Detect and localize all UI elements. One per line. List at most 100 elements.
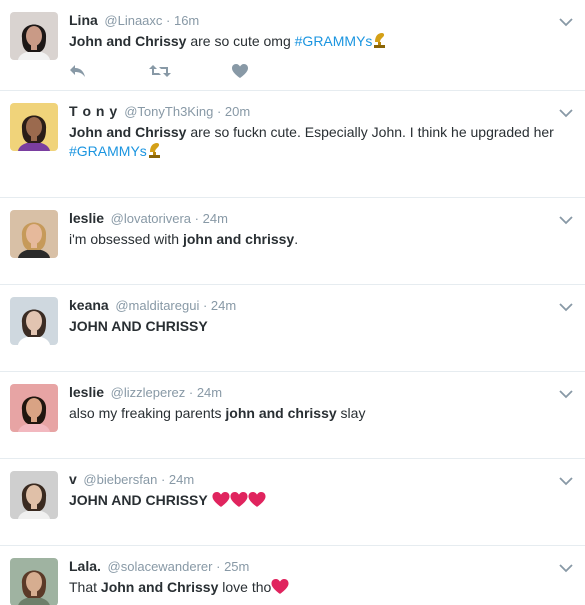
username[interactable]: @lovatorivera <box>107 211 191 226</box>
highlighted-text: John and Chrissy <box>100 579 219 595</box>
tweet-item[interactable]: keana @malditaregui · 24m JOHN AND CHRISS… <box>0 285 585 372</box>
reply-icon <box>69 64 86 78</box>
tweet-content: leslie @lovatorivera · 24m i'm obsessed w… <box>69 208 555 249</box>
tweet-actions <box>69 61 299 81</box>
tweet-text: John and Chrissy are so cute omg #GRAMMY… <box>69 32 555 54</box>
timestamp[interactable]: 20m <box>225 104 250 119</box>
tweet-header: leslie @lizzleperez · 24m <box>69 382 555 403</box>
avatar[interactable] <box>10 12 58 60</box>
display-name[interactable]: leslie <box>69 210 104 226</box>
chevron-down-icon[interactable] <box>559 14 573 27</box>
tweet-header: v @biebersfan · 24m <box>69 469 555 490</box>
tweet-header: Lala. @solacewanderer · 25m <box>69 556 555 577</box>
avatar[interactable] <box>10 297 58 345</box>
tweet-text: JOHN AND CHRISSY <box>69 491 555 513</box>
text-span: are so fuckn cute. Especially John. I th… <box>186 124 554 140</box>
separator-dot: · <box>162 13 174 28</box>
like-button[interactable] <box>232 61 256 81</box>
highlighted-text: john and chrissy <box>182 231 295 247</box>
tweet-content: Lina @Linaaxc · 16m John and Chrissy are … <box>69 10 555 54</box>
heart-icon <box>212 492 230 513</box>
username[interactable]: @Linaaxc <box>101 13 162 28</box>
text-span: are so cute omg <box>186 33 295 49</box>
tweet-text: That John and Chrissy love tho <box>69 578 555 600</box>
avatar[interactable] <box>10 210 58 258</box>
heart-icon <box>271 579 289 600</box>
tweet-content: keana @malditaregui · 24m JOHN AND CHRISS… <box>69 295 555 336</box>
username[interactable]: @biebersfan <box>80 472 157 487</box>
username[interactable]: @malditaregui <box>112 298 199 313</box>
hashtag-link[interactable]: #GRAMMYs <box>295 33 373 49</box>
tweet-item[interactable]: Lala. @solacewanderer · 25m That John and… <box>0 546 585 605</box>
grammy-trophy-icon <box>147 142 162 164</box>
text-span: i'm obsessed with <box>69 231 183 247</box>
username[interactable]: @TonyTh3King <box>121 104 213 119</box>
text-span: love tho <box>218 579 272 595</box>
display-name[interactable]: keana <box>69 297 109 313</box>
text-span: . <box>294 231 299 247</box>
separator-dot: · <box>213 104 225 119</box>
timestamp[interactable]: 16m <box>174 13 199 28</box>
timestamp[interactable]: 24m <box>169 472 194 487</box>
tweet-text: John and Chrissy are so fuckn cute. Espe… <box>69 123 555 164</box>
heart-icon <box>230 492 248 513</box>
avatar[interactable] <box>10 558 58 605</box>
tweet-text: i'm obsessed with john and chrissy. <box>69 230 555 249</box>
chevron-down-icon[interactable] <box>559 212 573 225</box>
avatar[interactable] <box>10 471 58 519</box>
grammy-trophy-icon <box>372 32 387 54</box>
chevron-down-icon[interactable] <box>559 105 573 118</box>
tweet-header: leslie @lovatorivera · 24m <box>69 208 555 229</box>
tweet-content: leslie @lizzleperez · 24m also my freakin… <box>69 382 555 423</box>
tweet-header: T o n y @TonyTh3King · 20m <box>69 101 555 122</box>
tweet-text: also my freaking parents john and chriss… <box>69 404 555 423</box>
separator-dot: · <box>185 385 197 400</box>
highlighted-text: John and Chrissy <box>69 124 187 140</box>
tweet-header: keana @malditaregui · 24m <box>69 295 555 316</box>
chevron-down-icon[interactable] <box>559 386 573 399</box>
timestamp[interactable]: 24m <box>197 385 222 400</box>
text-span: slay <box>336 405 366 421</box>
text-span: That <box>69 579 101 595</box>
avatar[interactable] <box>10 103 58 151</box>
highlighted-text: JOHN AND CHRISSY <box>69 492 208 508</box>
tweet-text: JOHN AND CHRISSY <box>69 317 555 336</box>
heart-icon <box>248 492 266 513</box>
chevron-down-icon[interactable] <box>559 299 573 312</box>
tweet-item[interactable]: leslie @lizzleperez · 24m also my freakin… <box>0 372 585 459</box>
highlighted-text: john and chrissy <box>225 405 337 421</box>
display-name[interactable]: Lala. <box>69 558 101 574</box>
separator-dot: · <box>191 211 203 226</box>
chevron-down-icon[interactable] <box>559 473 573 486</box>
highlighted-text: John and Chrissy <box>69 33 187 49</box>
tweet-item[interactable]: v @biebersfan · 24m JOHN AND CHRISSY <box>0 459 585 546</box>
timestamp[interactable]: 24m <box>203 211 228 226</box>
tweet-item[interactable]: T o n y @TonyTh3King · 20m John and Chris… <box>0 91 585 198</box>
tweet-item[interactable]: Lina @Linaaxc · 16m John and Chrissy are … <box>0 0 585 91</box>
tweet-timeline: Lina @Linaaxc · 16m John and Chrissy are … <box>0 0 585 605</box>
display-name[interactable]: v <box>69 471 77 487</box>
separator-dot: · <box>157 472 169 487</box>
text-span: also my freaking parents <box>69 405 226 421</box>
timestamp[interactable]: 25m <box>224 559 249 574</box>
tweet-content: Lala. @solacewanderer · 25m That John and… <box>69 556 555 600</box>
chevron-down-icon[interactable] <box>559 560 573 573</box>
tweet-content: T o n y @TonyTh3King · 20m John and Chris… <box>69 101 555 164</box>
hashtag-link[interactable]: #GRAMMYs <box>69 143 147 159</box>
display-name[interactable]: leslie <box>69 384 104 400</box>
display-name[interactable]: T o n y <box>69 103 118 119</box>
avatar[interactable] <box>10 384 58 432</box>
like-icon <box>232 63 248 79</box>
separator-dot: · <box>212 559 225 574</box>
retweet-button[interactable] <box>149 61 179 81</box>
username[interactable]: @lizzleperez <box>107 385 186 400</box>
tweet-item[interactable]: leslie @lovatorivera · 24m i'm obsessed w… <box>0 198 585 285</box>
tweet-content: v @biebersfan · 24m JOHN AND CHRISSY <box>69 469 555 513</box>
separator-dot: · <box>199 298 211 313</box>
display-name[interactable]: Lina <box>69 12 98 28</box>
reply-button[interactable] <box>69 61 94 81</box>
username[interactable]: @solacewanderer <box>104 559 213 574</box>
tweet-header: Lina @Linaaxc · 16m <box>69 10 555 31</box>
highlighted-text: JOHN AND CHRISSY <box>69 318 208 334</box>
timestamp[interactable]: 24m <box>211 298 236 313</box>
